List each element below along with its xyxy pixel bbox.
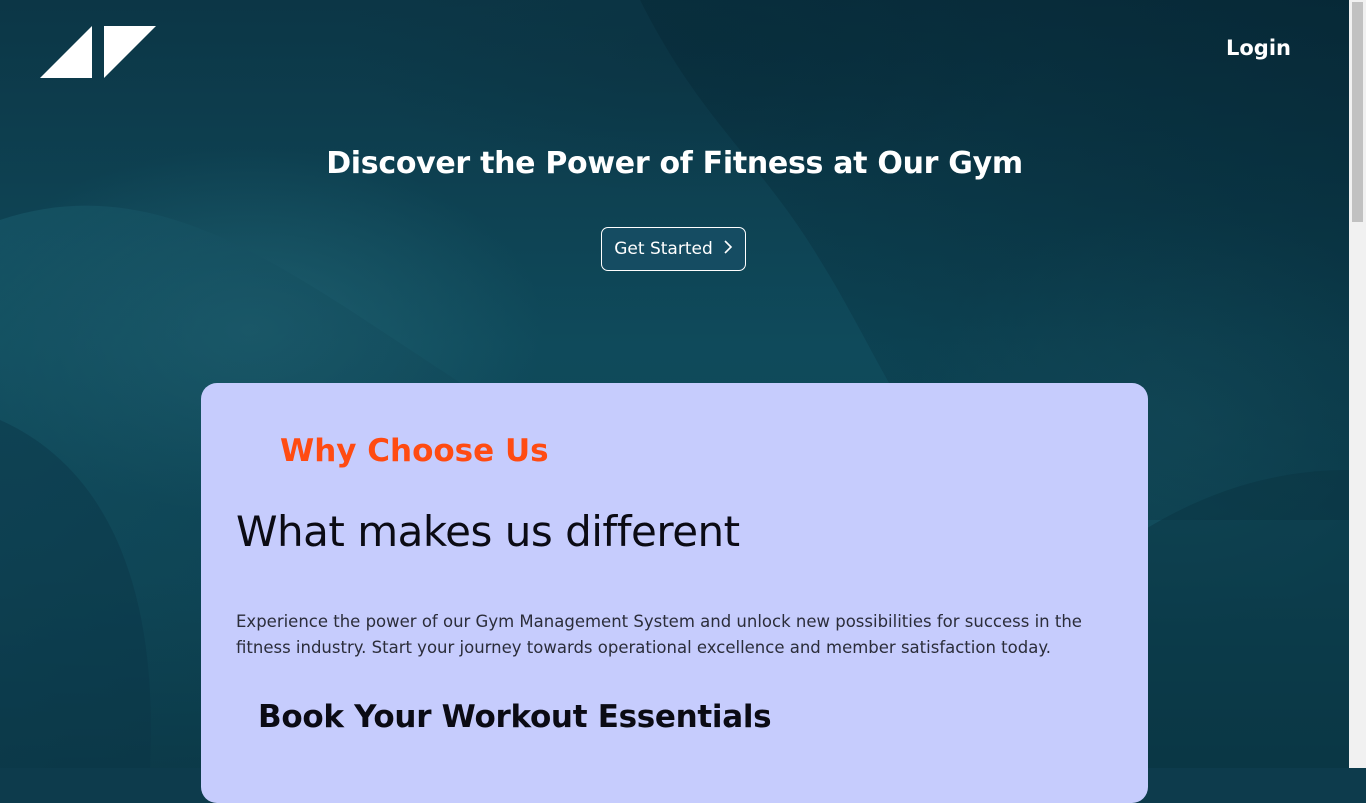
why-choose-us-card: Why Choose Us What makes us different Ex… — [201, 383, 1148, 803]
section-eyebrow: Why Choose Us — [280, 433, 549, 469]
hero-title: Discover the Power of Fitness at Our Gym — [326, 146, 1023, 181]
section-subheading: Book Your Workout Essentials — [258, 699, 772, 735]
section-heading: What makes us different — [236, 507, 740, 556]
brand-logo-icon[interactable] — [40, 25, 158, 83]
vertical-scrollbar[interactable] — [1349, 0, 1366, 768]
get-started-button[interactable]: Get Started — [601, 227, 746, 271]
get-started-label: Get Started — [614, 239, 713, 259]
scrollbar-thumb[interactable] — [1352, 2, 1363, 222]
login-link[interactable]: Login — [1226, 36, 1291, 60]
chevron-right-icon — [723, 239, 733, 260]
section-description: Experience the power of our Gym Manageme… — [236, 612, 1082, 657]
